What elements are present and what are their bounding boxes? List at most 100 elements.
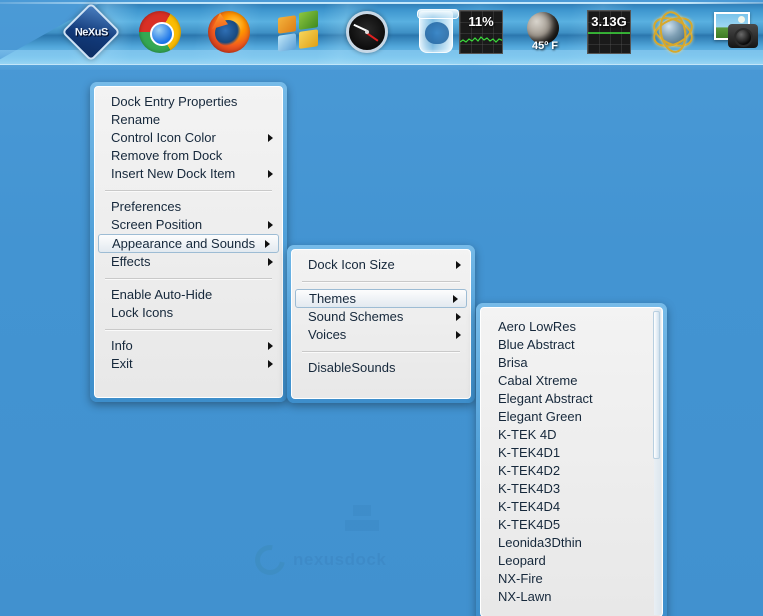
firefox-icon bbox=[208, 11, 250, 53]
menu-item-label: Dock Icon Size bbox=[308, 257, 395, 272]
dock-item-clock[interactable] bbox=[343, 8, 391, 56]
menu-item-label: Leopard bbox=[498, 553, 546, 568]
menu-item[interactable]: K-TEK4D3 bbox=[481, 480, 662, 498]
menu-item-label: NX-Fire bbox=[498, 571, 543, 586]
dock-context-menu[interactable]: Dock Entry Properties Rename Control Icon … bbox=[90, 82, 287, 402]
menu-item[interactable]: Sound Schemes bbox=[292, 308, 470, 326]
cpu-gauge-icon: 11% bbox=[459, 10, 503, 54]
globe-orbit-icon bbox=[648, 9, 698, 55]
menu-item[interactable]: Leonida3Dthin bbox=[481, 534, 662, 552]
menu-separator bbox=[105, 278, 272, 279]
weather-temperature: 45º F bbox=[531, 40, 559, 52]
menu-item[interactable]: Insert New Dock Item bbox=[95, 165, 282, 183]
dock-item-cpu-meter[interactable]: 11% bbox=[457, 8, 505, 56]
chevron-right-icon bbox=[456, 313, 461, 321]
menu-item-label: Elegant Green bbox=[498, 409, 582, 424]
menu-item[interactable]: Lock Icons bbox=[95, 304, 282, 322]
menu-item-label: Dock Entry Properties bbox=[111, 94, 238, 109]
menu-item[interactable]: Remove from Dock bbox=[95, 147, 282, 165]
windows-logo-icon bbox=[278, 10, 318, 54]
memory-sparkline bbox=[588, 32, 630, 34]
menu-item-label: Effects bbox=[111, 254, 151, 269]
nexus-logo-label: NeXuS bbox=[74, 26, 108, 38]
dock-item-network[interactable] bbox=[648, 8, 698, 56]
dock-top-edge bbox=[0, 2, 763, 4]
menu-item[interactable]: Dock Icon Size bbox=[292, 256, 470, 274]
menu-item[interactable]: Enable Auto-Hide bbox=[95, 286, 282, 304]
menu-item[interactable]: Preferences bbox=[95, 198, 282, 216]
menu-item[interactable]: Blue Abstract bbox=[481, 336, 662, 354]
appearance-and-sounds-submenu-body: Dock Icon Size Themes Sound Schemes Voices D… bbox=[291, 249, 471, 399]
menu-item[interactable]: Dock Entry Properties bbox=[95, 93, 282, 111]
menu-item[interactable]: K-TEK4D2 bbox=[481, 462, 662, 480]
menu-item[interactable]: Control Icon Color bbox=[95, 129, 282, 147]
menu-item[interactable]: Voices bbox=[292, 326, 470, 344]
menu-item-label: DisableSounds bbox=[308, 360, 396, 375]
moon-icon: 45º F bbox=[525, 12, 565, 52]
menu-item-label: K-TEK 4D bbox=[498, 427, 557, 442]
menu-item[interactable]: Themes bbox=[295, 289, 467, 308]
chevron-right-icon bbox=[268, 170, 273, 178]
chevron-right-icon bbox=[456, 331, 461, 339]
menu-item-label: Elegant Abstract bbox=[498, 391, 593, 406]
menu-item-label: Brisa bbox=[498, 355, 528, 370]
menu-item-label: K-TEK4D5 bbox=[498, 517, 561, 532]
chevron-right-icon bbox=[265, 239, 270, 248]
chevron-right-icon bbox=[268, 258, 273, 266]
menu-item[interactable]: DisableSounds bbox=[292, 359, 470, 377]
dock-item-mozilla-firefox[interactable] bbox=[205, 8, 253, 56]
menu-item[interactable]: K-TEK4D1 bbox=[481, 444, 662, 462]
menu-item-label: Exit bbox=[111, 356, 133, 371]
menu-item[interactable]: Effects bbox=[95, 253, 282, 271]
menu-item[interactable]: Screen Position bbox=[95, 216, 282, 234]
dock-item-memory-meter[interactable]: 3.13G bbox=[585, 8, 633, 56]
themes-scrollbar-track[interactable] bbox=[653, 309, 661, 615]
appearance-and-sounds-submenu[interactable]: Dock Icon Size Themes Sound Schemes Voices D… bbox=[287, 245, 475, 403]
dock-item-windows[interactable] bbox=[274, 8, 322, 56]
menu-item-label: Cabal Xtreme bbox=[498, 373, 578, 388]
menu-item[interactable]: Cabal Xtreme bbox=[481, 372, 662, 390]
menu-item[interactable]: Leopard bbox=[481, 552, 662, 570]
menu-item[interactable]: NX-Lawn bbox=[481, 588, 662, 606]
nexus-dock[interactable]: NeXuS 11% 45º F 3.13G bbox=[0, 0, 763, 70]
menu-item[interactable]: Rename bbox=[95, 111, 282, 129]
menu-item[interactable]: Exit bbox=[95, 355, 282, 373]
menu-separator bbox=[105, 329, 272, 330]
menu-item[interactable]: NX-Fire bbox=[481, 570, 662, 588]
photo-camera-icon bbox=[714, 12, 758, 52]
trash-icon bbox=[417, 9, 459, 53]
menu-separator bbox=[105, 190, 272, 191]
menu-item-label: K-TEK4D4 bbox=[498, 499, 561, 514]
menu-item[interactable]: K-TEK4D4 bbox=[481, 498, 662, 516]
dock-item-weather[interactable]: 45º F bbox=[521, 8, 569, 56]
menu-item[interactable]: K-TEK4D5 bbox=[481, 516, 662, 534]
dock-item-google-chrome[interactable] bbox=[136, 8, 184, 56]
nexus-diamond-icon: NeXuS bbox=[61, 2, 121, 62]
menu-item[interactable]: Info bbox=[95, 337, 282, 355]
menu-item-label: Blue Abstract bbox=[498, 337, 575, 352]
menu-item-label: Remove from Dock bbox=[111, 148, 223, 163]
menu-item-label: K-TEK4D2 bbox=[498, 463, 561, 478]
menu-item-label: Screen Position bbox=[111, 217, 203, 232]
menu-item-label: Insert New Dock Item bbox=[111, 166, 236, 181]
menu-item[interactable]: Elegant Abstract bbox=[481, 390, 662, 408]
menu-item[interactable]: Appearance and Sounds bbox=[98, 234, 279, 253]
chevron-right-icon bbox=[268, 360, 273, 368]
themes-scrollbar-thumb[interactable] bbox=[653, 311, 660, 459]
themes-submenu-body: Aero LowRes Blue Abstract Brisa Cabal Xtrem… bbox=[480, 307, 663, 616]
dock-item-nexus-logo[interactable]: NeXuS bbox=[61, 2, 121, 62]
dock-item-recycle-bin[interactable] bbox=[412, 8, 460, 56]
chrome-icon bbox=[139, 11, 181, 53]
dock-item-pictures[interactable] bbox=[712, 8, 760, 56]
menu-item[interactable]: K-TEK 4D bbox=[481, 426, 662, 444]
menu-item-label: Leonida3Dthin bbox=[498, 535, 582, 550]
menu-item[interactable]: Elegant Green bbox=[481, 408, 662, 426]
menu-item[interactable]: Brisa bbox=[481, 354, 662, 372]
menu-item-label: Sound Schemes bbox=[308, 309, 404, 324]
menu-item-label: K-TEK4D1 bbox=[498, 445, 561, 460]
menu-item[interactable]: Aero LowRes bbox=[481, 318, 662, 336]
cpu-sparkline bbox=[460, 36, 502, 43]
menu-item-label: Voices bbox=[308, 327, 347, 342]
memory-gauge-icon: 3.13G bbox=[587, 10, 631, 54]
themes-submenu[interactable]: Aero LowRes Blue Abstract Brisa Cabal Xtrem… bbox=[476, 303, 667, 616]
